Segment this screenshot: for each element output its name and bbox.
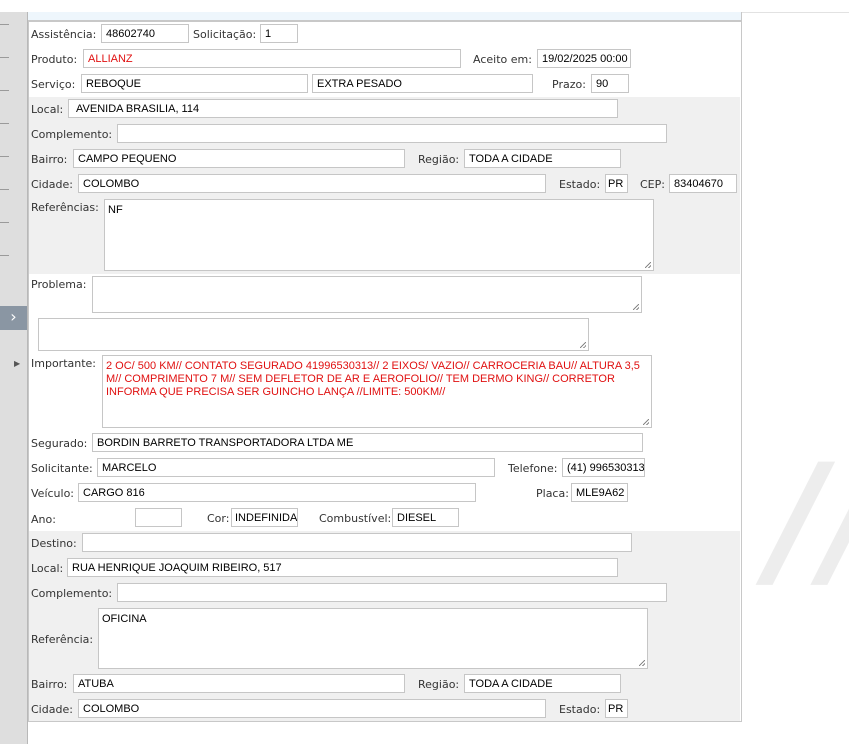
destino-complemento-label: Complemento:: [31, 587, 113, 600]
local-label: Local:: [31, 103, 64, 116]
problema-label: Problema:: [31, 278, 87, 291]
ano-field[interactable]: [135, 508, 182, 527]
segurado-field[interactable]: BORDIN BARRETO TRANSPORTADORA LTDA ME: [92, 433, 643, 452]
cidade-label: Cidade:: [31, 178, 73, 191]
importante-label: Importante:: [31, 357, 97, 370]
solicitante-label: Solicitante:: [31, 462, 93, 475]
destino-field[interactable]: [82, 533, 632, 552]
destino-cidade-field[interactable]: COLOMBO: [78, 699, 546, 718]
segurado-label: Segurado:: [31, 437, 88, 450]
cidade-field[interactable]: COLOMBO: [78, 174, 546, 193]
cep-field[interactable]: 83404670: [669, 174, 737, 193]
destino-estado-field[interactable]: PR: [605, 699, 628, 718]
solicitacao-label: Solicitação:: [193, 28, 257, 41]
problema-textarea[interactable]: [92, 276, 642, 313]
local-field[interactable]: AVENIDA BRASILIA, 114: [68, 99, 618, 118]
expand-sidebar-button[interactable]: ›: [0, 306, 27, 330]
destino-regiao-label: Região:: [418, 678, 460, 691]
telefone-field[interactable]: (41) 996530313: [562, 458, 645, 477]
cor-label: Cor:: [207, 512, 230, 525]
telefone-label: Telefone:: [508, 462, 558, 475]
assistencia-label: Assistência:: [31, 28, 97, 41]
regiao-field[interactable]: TODA A CIDADE: [464, 149, 621, 168]
assistencia-field[interactable]: 48602740: [101, 24, 189, 43]
chevron-right-icon: ›: [10, 307, 17, 326]
watermark-logo: //: [770, 433, 849, 607]
importante-textarea[interactable]: 2 OC/ 500 KM// CONTATO SEGURADO 41996530…: [102, 355, 652, 428]
panel-header: [28, 12, 741, 22]
aceito-em-field[interactable]: 19/02/2025 00:00: [537, 49, 631, 68]
cep-label: CEP:: [640, 178, 665, 191]
destino-referencia-label: Referência:: [31, 633, 94, 646]
veiculo-label: Veículo:: [31, 487, 75, 500]
combustivel-label: Combustível:: [319, 512, 392, 525]
produto-label: Produto:: [31, 53, 78, 66]
destino-label: Destino:: [31, 537, 77, 550]
combustivel-field[interactable]: DIESEL: [392, 508, 459, 527]
estado-label: Estado:: [559, 178, 601, 191]
servico-tipo-field[interactable]: EXTRA PESADO: [312, 74, 533, 93]
problema-extra-textarea[interactable]: [38, 318, 589, 351]
referencias-label: Referências:: [31, 201, 99, 214]
destino-cidade-label: Cidade:: [31, 703, 73, 716]
solicitacao-field[interactable]: 1: [260, 24, 298, 43]
bairro-field[interactable]: CAMPO PEQUENO: [73, 149, 405, 168]
servico-label: Serviço:: [31, 78, 76, 91]
aceito-em-label: Aceito em:: [473, 53, 532, 66]
destino-estado-label: Estado:: [559, 703, 601, 716]
veiculo-field[interactable]: CARGO 816: [78, 483, 476, 502]
produto-field[interactable]: ALLIANZ: [83, 49, 461, 68]
bairro-label: Bairro:: [31, 153, 68, 166]
destino-regiao-field[interactable]: TODA A CIDADE: [464, 674, 621, 693]
solicitante-field[interactable]: MARCELO: [97, 458, 495, 477]
destino-local-field[interactable]: RUA HENRIQUE JOAQUIM RIBEIRO, 517: [67, 558, 618, 577]
referencias-textarea[interactable]: NF: [104, 199, 654, 271]
complemento-field[interactable]: [117, 124, 667, 143]
sidebar: [0, 12, 28, 744]
servico-field[interactable]: REBOQUE: [81, 74, 308, 93]
destino-complemento-field[interactable]: [117, 583, 667, 602]
destino-local-label: Local:: [31, 562, 64, 575]
destino-bairro-label: Bairro:: [31, 678, 68, 691]
placa-field[interactable]: MLE9A62: [571, 483, 628, 502]
row-marker-icon: ▶: [14, 359, 21, 368]
estado-field[interactable]: PR: [605, 174, 628, 193]
regiao-label: Região:: [418, 153, 460, 166]
complemento-label: Complemento:: [31, 128, 113, 141]
destino-bairro-field[interactable]: ATUBA: [73, 674, 405, 693]
ano-label: Ano:: [31, 513, 56, 526]
destino-referencia-textarea[interactable]: OFICINA: [98, 608, 648, 669]
placa-label: Placa:: [536, 487, 569, 500]
cor-field[interactable]: INDEFINIDA: [231, 508, 298, 527]
prazo-label: Prazo:: [552, 78, 586, 91]
prazo-field[interactable]: 90: [591, 74, 629, 93]
